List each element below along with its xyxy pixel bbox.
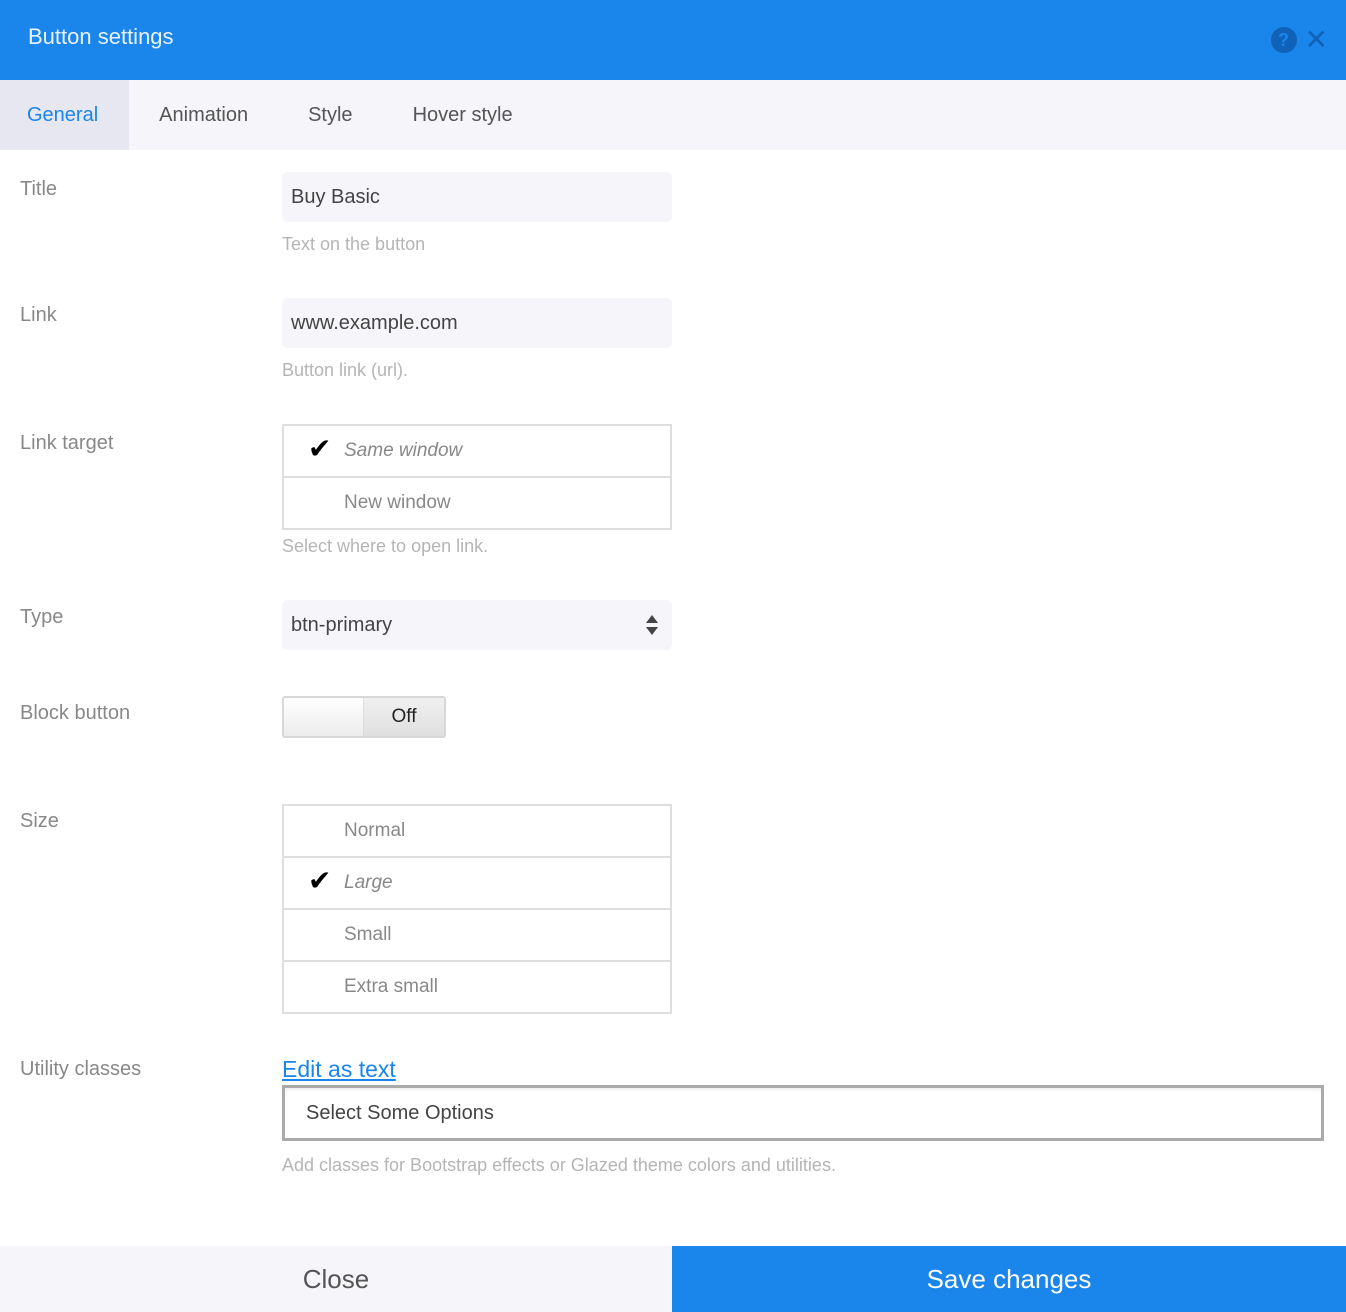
title-help-text: Text on the button	[282, 234, 426, 254]
save-changes-button[interactable]: Save changes	[672, 1246, 1346, 1312]
toggle-knob[interactable]	[284, 698, 364, 736]
link-target-field-group: ✔ Same window New window Select where to…	[282, 424, 672, 557]
utility-classes-help-text: Add classes for Bootstrap effects or Gla…	[282, 1155, 836, 1175]
title-input[interactable]: Buy Basic	[282, 172, 672, 222]
title-field-group: Buy Basic Text on the button	[282, 172, 672, 255]
link-target-help-text: Select where to open link.	[282, 536, 489, 556]
type-select-value: btn-primary	[291, 614, 393, 636]
option-normal[interactable]: Normal	[284, 806, 670, 856]
link-target-options: ✔ Same window New window	[282, 424, 672, 530]
option-label: Extra small	[344, 976, 438, 997]
checkmark-icon: ✔	[308, 865, 332, 896]
option-large[interactable]: ✔ Large	[284, 856, 670, 908]
link-input[interactable]: www.example.com	[282, 298, 672, 348]
utility-classes-input[interactable]: Select Some Options	[282, 1085, 1324, 1141]
checkmark-icon: ✔	[308, 433, 332, 464]
tab-animation[interactable]: Animation	[129, 80, 278, 150]
type-label: Type	[20, 606, 64, 628]
option-extra-small[interactable]: Extra small	[284, 960, 670, 1012]
block-button-field-group: Off	[282, 696, 446, 738]
type-select[interactable]: btn-primary	[282, 600, 672, 650]
option-label: New window	[344, 492, 451, 513]
modal-footer: Close Save changes	[0, 1246, 1346, 1312]
option-same-window[interactable]: ✔ Same window	[284, 426, 670, 476]
link-target-label: Link target	[20, 432, 114, 454]
size-options: Normal ✔ Large Small Extra small	[282, 804, 672, 1014]
utility-classes-field-group: Edit as text Select Some Options Add cla…	[282, 1056, 1324, 1176]
select-arrows-icon	[646, 615, 658, 635]
close-button[interactable]: Close	[0, 1246, 672, 1312]
modal-header: Button settings ? ✕	[0, 0, 1346, 80]
link-help-text: Button link (url).	[282, 360, 409, 380]
option-new-window[interactable]: New window	[284, 476, 670, 528]
tab-style[interactable]: Style	[278, 80, 382, 150]
size-field-group: Normal ✔ Large Small Extra small	[282, 804, 672, 1014]
type-field-group: btn-primary	[282, 600, 672, 650]
close-icon[interactable]: ✕	[1305, 26, 1328, 54]
header-actions: ? ✕	[1270, 26, 1328, 54]
tab-hover-style[interactable]: Hover style	[383, 80, 543, 150]
size-label: Size	[20, 810, 59, 832]
help-icon[interactable]: ?	[1270, 27, 1297, 53]
block-button-label: Block button	[20, 702, 131, 724]
option-label: Normal	[344, 820, 406, 841]
link-label: Link	[20, 304, 57, 326]
utility-classes-label: Utility classes	[20, 1058, 142, 1080]
option-label: Same window	[344, 440, 463, 461]
edit-as-text-link[interactable]: Edit as text	[282, 1056, 396, 1083]
tab-bar: General Animation Style Hover style	[0, 80, 1346, 150]
block-button-toggle[interactable]: Off	[282, 696, 446, 738]
modal-title: Button settings	[28, 24, 174, 49]
option-label: Large	[344, 872, 393, 893]
option-label: Small	[344, 924, 392, 945]
option-small[interactable]: Small	[284, 908, 670, 960]
link-field-group: www.example.com Button link (url).	[282, 298, 672, 381]
title-label: Title	[20, 178, 58, 200]
tab-general[interactable]: General	[0, 80, 130, 150]
toggle-state-label: Off	[364, 698, 444, 736]
